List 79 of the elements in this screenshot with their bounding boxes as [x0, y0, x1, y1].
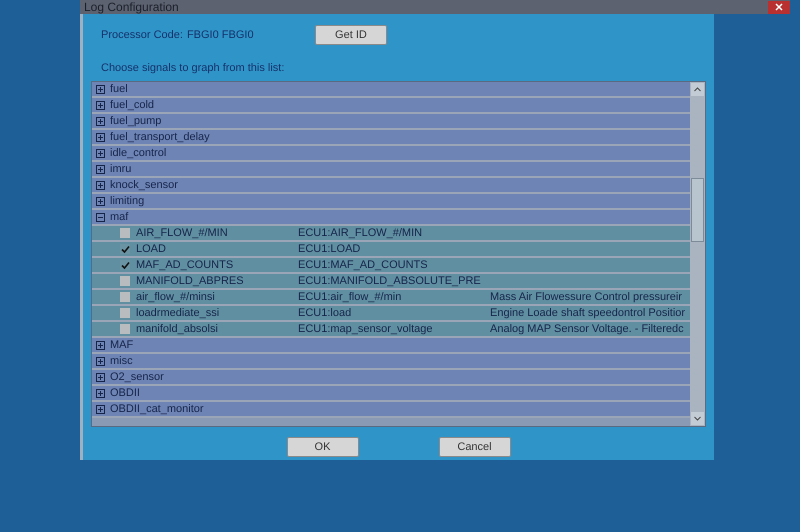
group-label: fuel_transport_delay [110, 131, 210, 143]
signal-description: Mass Air Flowessure Control pressureir [490, 291, 682, 303]
group-label: knock_sensor [110, 179, 178, 191]
checkbox[interactable] [120, 228, 130, 238]
signal-id: ECU1:MANIFOLD_ABSOLUTE_PRE [298, 275, 482, 287]
checkbox[interactable] [120, 292, 130, 302]
group-label: limiting [110, 195, 144, 207]
checkbox[interactable] [120, 324, 130, 334]
expand-icon[interactable] [96, 372, 105, 382]
tree-group-row[interactable]: limiting [92, 194, 690, 210]
processor-code-value: FBGI0 FBGI0 [186, 29, 255, 41]
signal-name: MAF_AD_COUNTS [136, 259, 234, 271]
get-id-button[interactable]: Get ID [314, 25, 387, 45]
tree-group-row[interactable]: idle_control [92, 146, 690, 162]
group-label: maf [110, 211, 128, 223]
group-label: MAF [110, 339, 134, 351]
signal-id: ECU1:load [298, 307, 352, 319]
group-label: imru [110, 163, 132, 175]
signal-name: MANIFOLD_ABPRES [136, 275, 245, 287]
signal-name: air_flow_#/minsi [136, 291, 216, 303]
dialog-button[interactable]: OK [286, 437, 358, 457]
signal-name: loadrmediate_ssi [136, 307, 220, 319]
group-label: idle_control [110, 147, 166, 159]
window-title: Log Configuration [84, 0, 179, 14]
list-prompt: Choose signals to graph from this list: [101, 62, 286, 74]
expand-icon[interactable] [96, 388, 105, 398]
signal-id: ECU1:map_sensor_voltage [298, 323, 434, 335]
tree-group-row[interactable]: imru [92, 162, 690, 178]
tree-group-row[interactable]: OBDII [92, 386, 690, 402]
tree-group-row[interactable]: fuel_cold [92, 98, 690, 114]
processor-code-label: Processor Code: [101, 29, 183, 41]
expand-icon[interactable] [96, 116, 105, 126]
group-label: OBDII_cat_monitor [110, 403, 204, 415]
tree-group-row[interactable]: misc [92, 354, 690, 370]
expand-icon[interactable] [96, 340, 105, 350]
expand-icon[interactable] [96, 404, 105, 414]
signal-id: ECU1:air_flow_#/min [298, 291, 402, 303]
scroll-up-icon[interactable] [691, 83, 704, 96]
signal-description: Analog MAP Sensor Voltage. - Filteredc [490, 323, 684, 335]
expand-icon[interactable] [96, 132, 105, 142]
tree-group-row[interactable]: MAF [92, 338, 690, 354]
group-label: misc [110, 355, 133, 367]
tree-group-row[interactable]: fuel [92, 82, 690, 98]
group-label: fuel_cold [110, 99, 154, 111]
group-label: fuel_pump [110, 115, 162, 127]
signal-description: Engine Loade shaft speedontrol Positior [490, 307, 686, 319]
checkbox[interactable] [120, 244, 130, 254]
scroll-thumb[interactable] [691, 178, 704, 242]
signal-name: LOAD [136, 243, 167, 255]
close-button[interactable] [768, 0, 790, 14]
tree-group-row[interactable]: O2_sensor [92, 370, 690, 386]
collapse-icon[interactable] [96, 212, 105, 222]
scroll-down-icon[interactable] [691, 412, 704, 425]
group-label: fuel [110, 83, 128, 95]
expand-icon[interactable] [96, 196, 105, 206]
group-label: O2_sensor [110, 371, 164, 383]
tree-group-row[interactable]: maf [92, 210, 690, 226]
expand-icon[interactable] [96, 356, 105, 366]
tree-group-row[interactable]: OBDII_cat_monitor [92, 402, 690, 418]
tree-group-row[interactable]: fuel_transport_delay [92, 130, 690, 146]
checkbox[interactable] [120, 260, 130, 270]
checkbox[interactable] [120, 276, 130, 286]
signal-name: manifold_absolsi [136, 323, 219, 335]
signal-id: ECU1:AIR_FLOW_#/MIN [298, 227, 424, 239]
checkbox[interactable] [120, 308, 130, 318]
expand-icon[interactable] [96, 180, 105, 190]
expand-icon[interactable] [96, 148, 105, 158]
expand-icon[interactable] [96, 100, 105, 110]
expand-icon[interactable] [96, 164, 105, 174]
signal-id: ECU1:MAF_AD_COUNTS [298, 259, 429, 271]
close-icon [775, 3, 783, 11]
dialog-button[interactable]: Cancel [438, 437, 510, 457]
signal-id: ECU1:LOAD [298, 243, 362, 255]
signal-name: AIR_FLOW_#/MIN [136, 227, 229, 239]
tree-group-row[interactable]: knock_sensor [92, 178, 690, 194]
group-label: OBDII [110, 387, 140, 399]
scrollbar[interactable] [690, 82, 705, 426]
expand-icon[interactable] [96, 84, 105, 94]
tree-group-row[interactable]: fuel_pump [92, 114, 690, 130]
